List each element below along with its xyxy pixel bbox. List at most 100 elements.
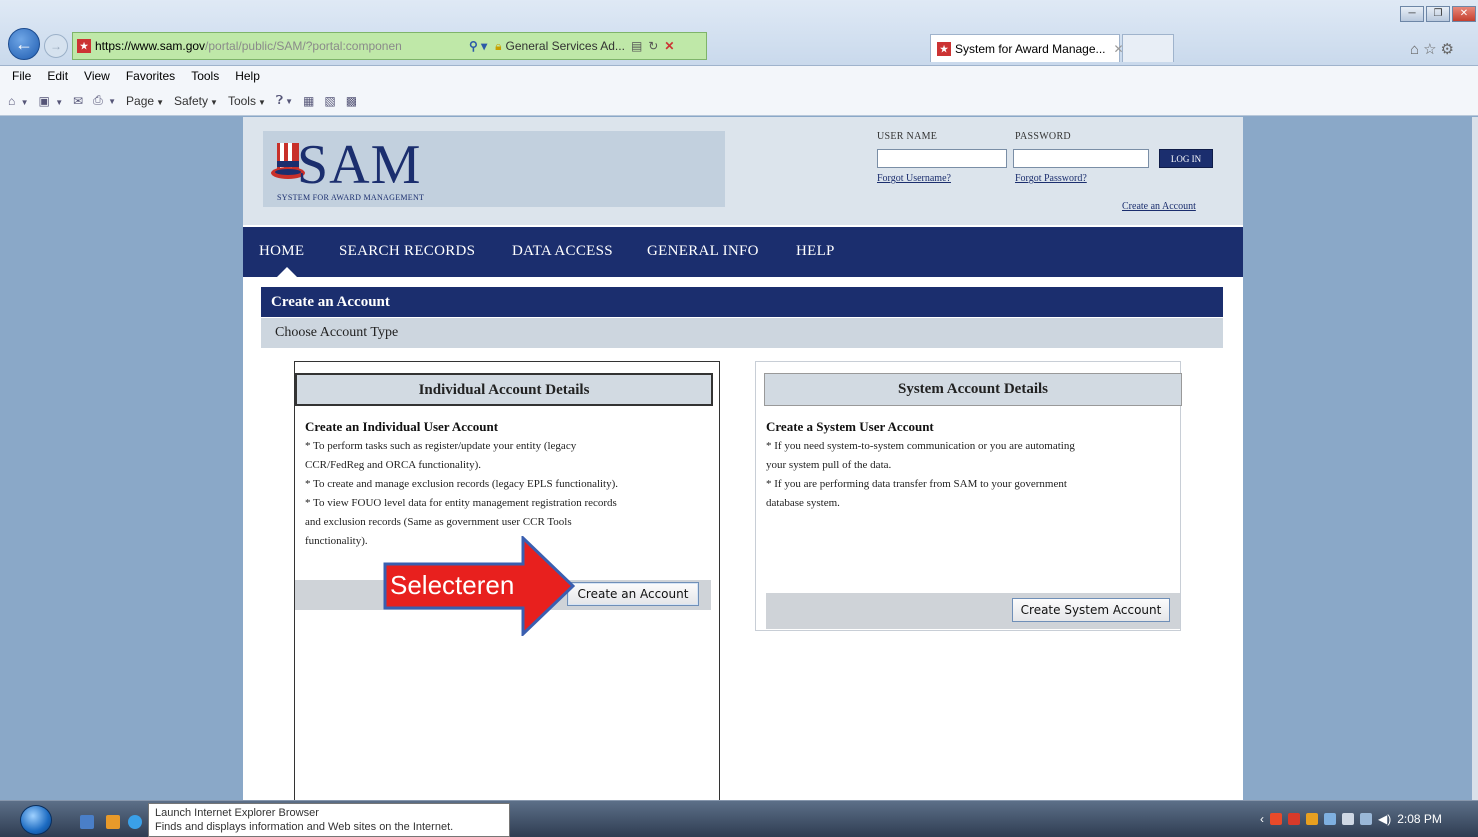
nav-active-pointer	[277, 267, 297, 277]
create-individual-account-button[interactable]: Create an Account	[567, 582, 699, 606]
back-button[interactable]: ←	[8, 28, 40, 60]
media-player-icon[interactable]	[106, 815, 120, 829]
close-window-button[interactable]: ✕	[1452, 6, 1476, 22]
tray-app-icon[interactable]	[1270, 813, 1282, 825]
tools-gear-icon[interactable]: ⚙	[1441, 41, 1458, 58]
show-desktop-icon[interactable]	[80, 815, 94, 829]
volume-icon[interactable]: ◀︎)	[1378, 812, 1391, 826]
favorites-star-icon[interactable]: ☆	[1423, 41, 1440, 58]
nav-general-info[interactable]: GENERAL INFO	[647, 243, 759, 260]
menu-bar: File Edit View Favorites Tools Help	[0, 66, 1478, 86]
system-line: * If you need system-to-system communica…	[766, 440, 1075, 452]
command-bar: ⌂ ▼ ▣ ▼ ✉ ⎙ ▼ Page ▼ Safety ▼ Tools ▼ ❓︎ ▼ ▦…	[0, 86, 1478, 116]
section-title: Create an Account	[261, 287, 1223, 317]
selecteren-label: Selecteren	[390, 570, 515, 600]
mail-icon[interactable]: ✉	[73, 94, 83, 108]
menu-tools[interactable]: Tools	[183, 69, 227, 83]
password-label: PASSWORD	[1015, 131, 1071, 142]
lock-icon[interactable]: 🔒︎	[495, 39, 501, 54]
browser-titlebar: ← → ★ https://www.sam.gov/portal/public/…	[0, 0, 1478, 66]
tray-network-icon[interactable]	[1342, 813, 1354, 825]
onenote-icon[interactable]: ▩	[346, 94, 357, 108]
menu-file[interactable]: File	[4, 69, 39, 83]
sam-logo[interactable]: SAM SYSTEM FOR AWARD MANAGEMENT	[263, 131, 725, 207]
login-button[interactable]: LOG IN	[1159, 149, 1213, 168]
research-icon[interactable]: ▦	[303, 94, 314, 108]
individual-line: * To view FOUO level data for entity man…	[305, 497, 617, 509]
sam-page: SAM SYSTEM FOR AWARD MANAGEMENT USER NAM…	[243, 117, 1243, 800]
system-line: database system.	[766, 497, 840, 509]
system-panel-heading: System Account Details	[764, 373, 1182, 406]
refresh-icon[interactable]: ↻	[648, 39, 658, 53]
feeds-icon[interactable]: ▣ ▼	[39, 94, 64, 108]
safety-menu[interactable]: Safety ▼	[174, 94, 218, 108]
tools-menu[interactable]: Tools ▼	[228, 94, 266, 108]
nav-data-access[interactable]: DATA ACCESS	[512, 243, 613, 260]
nav-search-records[interactable]: SEARCH RECORDS	[339, 243, 475, 260]
system-tray: ‹ ◀︎) 2:08 PM	[1260, 812, 1442, 826]
clock-time[interactable]: 2:08 PM	[1397, 812, 1442, 826]
help-icon[interactable]: ❓︎ ▼	[276, 93, 293, 108]
address-bar[interactable]: ★ https://www.sam.gov/portal/public/SAM/…	[72, 32, 707, 60]
tooltip-title: Launch Internet Explorer Browser	[155, 807, 319, 819]
internet-explorer-icon[interactable]	[128, 815, 142, 829]
password-input[interactable]	[1013, 149, 1149, 168]
individual-line: CCR/FedReg and ORCA functionality).	[305, 459, 481, 471]
stop-icon[interactable]: ✕	[664, 39, 674, 53]
system-button-bar: Create System Account	[766, 593, 1180, 629]
forgot-username-link[interactable]: Forgot Username?	[877, 173, 951, 184]
tab-favicon-icon: ★	[937, 41, 951, 56]
home-icon[interactable]: ⌂	[1410, 41, 1423, 58]
username-label: USER NAME	[877, 131, 938, 142]
tray-app-icon[interactable]	[1288, 813, 1300, 825]
forward-button[interactable]: →	[44, 34, 68, 58]
menu-view[interactable]: View	[76, 69, 118, 83]
create-account-link[interactable]: Create an Account	[1122, 201, 1196, 212]
individual-title: Create an Individual User Account	[305, 419, 499, 434]
tray-expand-icon[interactable]: ‹	[1260, 812, 1264, 826]
page-scrollbar[interactable]	[1472, 117, 1478, 800]
sam-header: SAM SYSTEM FOR AWARD MANAGEMENT USER NAM…	[243, 117, 1243, 225]
logo-wordmark: SAM	[297, 134, 422, 196]
logo-subtitle: SYSTEM FOR AWARD MANAGEMENT	[277, 193, 425, 202]
translate-icon[interactable]: ▧	[324, 94, 335, 108]
toolbar-right-icons: ⌂☆⚙	[1410, 40, 1458, 58]
menu-favorites[interactable]: Favorites	[118, 69, 183, 83]
certificate-owner[interactable]: General Services Ad...	[506, 39, 625, 53]
start-button[interactable]	[20, 805, 52, 835]
system-account-panel: System Account Details Create a System U…	[755, 361, 1182, 631]
menu-edit[interactable]: Edit	[39, 69, 76, 83]
page-menu[interactable]: Page ▼	[126, 94, 164, 108]
individual-line: * To create and manage exclusion records…	[305, 478, 619, 490]
create-system-account-button[interactable]: Create System Account	[1012, 598, 1170, 622]
minimize-button[interactable]: ─	[1400, 6, 1424, 22]
print-icon[interactable]: ⎙ ▼	[93, 93, 116, 108]
taskbar-tooltip: Launch Internet Explorer Browser Finds a…	[148, 803, 510, 837]
browser-tab-active[interactable]: ★ System for Award Manage... ✕	[930, 34, 1124, 62]
nav-home[interactable]: HOME	[259, 243, 304, 260]
url-text[interactable]: https://www.sam.gov/portal/public/SAM/?p…	[95, 39, 467, 53]
individual-line: * To perform tasks such as register/upda…	[305, 440, 577, 452]
username-input[interactable]	[877, 149, 1007, 168]
individual-panel-heading: Individual Account Details	[295, 373, 713, 406]
tray-battery-icon[interactable]	[1360, 813, 1372, 825]
search-icon[interactable]: ⚲ ▾	[469, 39, 487, 53]
compatibility-view-icon[interactable]: ▤	[631, 39, 642, 53]
home-cmd-icon[interactable]: ⌂ ▼	[8, 94, 29, 108]
maximize-button[interactable]: ❐	[1426, 6, 1450, 22]
system-panel-body: Create a System User Account * If you ne…	[766, 418, 1170, 513]
site-favicon-icon: ★	[77, 39, 91, 53]
page-viewport: SAM SYSTEM FOR AWARD MANAGEMENT USER NAM…	[0, 117, 1478, 800]
system-title: Create a System User Account	[766, 419, 934, 434]
menu-help[interactable]: Help	[227, 69, 268, 83]
tray-app-icon[interactable]	[1324, 813, 1336, 825]
forgot-password-link[interactable]: Forgot Password?	[1015, 173, 1087, 184]
tooltip-description: Finds and displays information and Web s…	[155, 821, 454, 833]
new-tab-button[interactable]	[1122, 34, 1174, 62]
system-line: your system pull of the data.	[766, 459, 892, 471]
individual-line: and exclusion records (Same as governmen…	[305, 516, 572, 528]
tray-app-icon[interactable]	[1306, 813, 1318, 825]
nav-help[interactable]: HELP	[796, 243, 835, 260]
individual-panel-body: Create an Individual User Account * To p…	[305, 418, 709, 551]
system-line: * If you are performing data transfer fr…	[766, 478, 1067, 490]
